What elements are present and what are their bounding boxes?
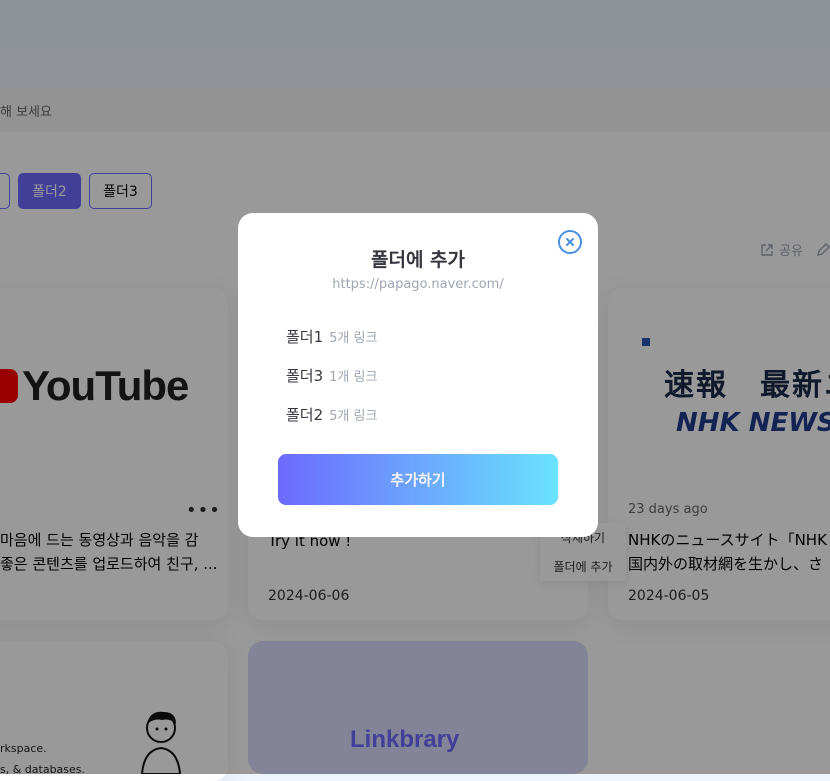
add-button[interactable]: 추가하기 bbox=[278, 454, 558, 505]
folder-list: 폴더1 5개 링크 폴더3 1개 링크 폴더2 5개 링크 bbox=[278, 317, 558, 434]
folder-link-count: 5개 링크 bbox=[329, 409, 378, 424]
modal-url: https://papago.naver.com/ bbox=[332, 277, 504, 292]
folder-option[interactable]: 폴더1 5개 링크 bbox=[278, 317, 558, 356]
modal-title: 폴더에 추가 bbox=[370, 249, 465, 271]
folder-option[interactable]: 폴더2 5개 링크 bbox=[278, 395, 558, 434]
folder-link-count: 5개 링크 bbox=[329, 331, 378, 346]
folder-name: 폴더1 bbox=[286, 328, 324, 346]
folder-option[interactable]: 폴더3 1개 링크 bbox=[278, 356, 558, 395]
folder-name: 폴더2 bbox=[286, 406, 324, 424]
folder-name: 폴더3 bbox=[286, 367, 324, 385]
folder-link-count: 1개 링크 bbox=[329, 370, 378, 385]
add-to-folder-modal: 폴더에 추가 https://papago.naver.com/ 폴더1 5개 … bbox=[238, 213, 598, 537]
